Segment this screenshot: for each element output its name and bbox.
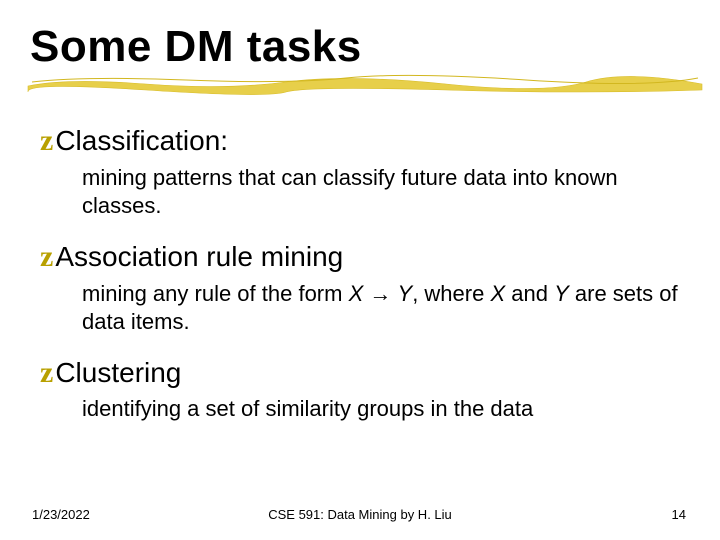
title-underline: [30, 76, 690, 94]
bullet-item-classification: z Classification: mining patterns that c…: [40, 122, 690, 220]
bullet-glyph-icon: z: [40, 354, 53, 392]
bullet-heading: z Association rule mining: [40, 238, 690, 276]
bullet-glyph-icon: z: [40, 238, 53, 276]
brush-underline-icon: [26, 72, 706, 96]
bullet-description: mining any rule of the form X → Y, where…: [40, 280, 690, 336]
slide: Some DM tasks z Classification: mining p…: [0, 0, 720, 540]
bullet-item-clustering: z Clustering identifying a set of simila…: [40, 354, 690, 424]
heading-text: Classification:: [55, 123, 228, 158]
heading-text: Clustering: [55, 355, 181, 390]
slide-footer: 1/23/2022 CSE 591: Data Mining by H. Liu…: [0, 507, 720, 522]
bullet-heading: z Classification:: [40, 122, 690, 160]
heading-text: Association rule mining: [55, 239, 343, 274]
footer-date: 1/23/2022: [32, 507, 90, 522]
variable-y: Y: [554, 281, 569, 306]
bullet-description: identifying a set of similarity groups i…: [40, 395, 690, 423]
content-area: z Classification: mining patterns that c…: [30, 122, 690, 423]
desc-fragment: , where: [412, 281, 490, 306]
bullet-glyph-icon: z: [40, 122, 53, 160]
arrow-icon: →: [363, 281, 397, 306]
desc-fragment: and: [505, 281, 554, 306]
title-block: Some DM tasks: [30, 24, 690, 94]
footer-page-number: 14: [672, 507, 686, 522]
slide-title: Some DM tasks: [30, 24, 690, 70]
bullet-item-association: z Association rule mining mining any rul…: [40, 238, 690, 336]
variable-y: Y: [398, 281, 413, 306]
variable-x: X: [490, 281, 505, 306]
desc-fragment: mining any rule of the form: [82, 281, 349, 306]
bullet-heading: z Clustering: [40, 354, 690, 392]
footer-course: CSE 591: Data Mining by H. Liu: [268, 507, 452, 522]
variable-x: X: [349, 281, 364, 306]
bullet-description: mining patterns that can classify future…: [40, 164, 690, 220]
